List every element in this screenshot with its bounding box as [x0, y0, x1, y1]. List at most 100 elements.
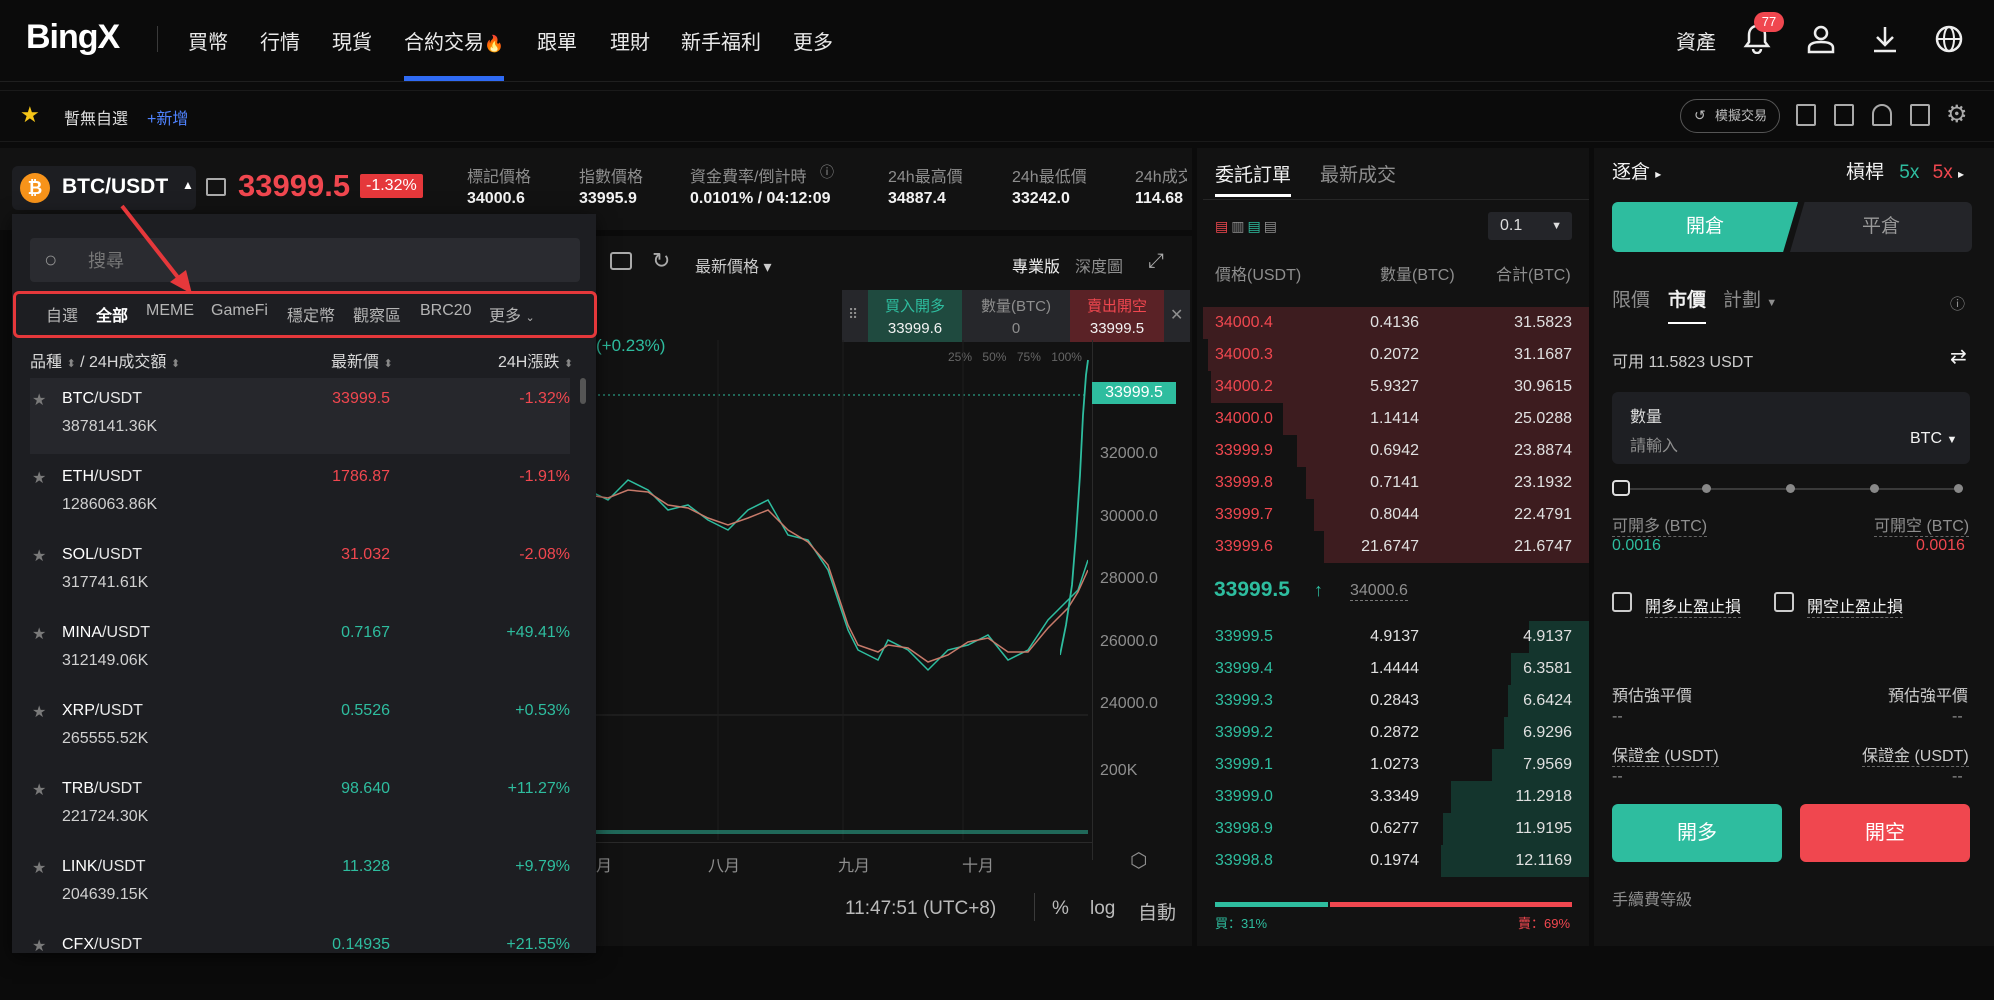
bid-row[interactable]: 33999.1 1.0273 7.9569 — [1203, 749, 1589, 781]
orders-icon[interactable] — [1796, 104, 1816, 126]
market-row[interactable]: ★ TRB/USDT 221724.30K 98.640 +11.27% — [30, 768, 570, 844]
chart-settings-icon[interactable]: ⬡ — [1130, 848, 1147, 873]
bid-row[interactable]: 33999.4 1.4444 6.3581 — [1203, 653, 1589, 685]
slider-tick-75[interactable] — [1870, 484, 1879, 493]
auto-toggle[interactable]: 自動 — [1138, 898, 1176, 925]
open-short-button[interactable]: 開空 — [1800, 804, 1970, 862]
favorite-star-icon[interactable]: ★ — [32, 546, 46, 566]
bookmark-icon[interactable] — [1834, 104, 1854, 126]
tpsl-short-checkbox[interactable] — [1774, 592, 1794, 612]
add-favorite-link[interactable]: +新增 — [147, 105, 188, 129]
market-row[interactable]: ★ CFX/USDT 0.14935 +21.55% — [30, 924, 570, 1000]
user-icon[interactable] — [1806, 24, 1836, 59]
pro-view-tab[interactable]: 專業版 — [1012, 253, 1060, 277]
fullscreen-icon[interactable]: ⤢ — [1148, 250, 1164, 273]
dropdown-scrollbar[interactable] — [580, 378, 586, 404]
qty-slider-handle[interactable] — [1612, 480, 1630, 496]
camera-icon[interactable] — [610, 252, 632, 270]
market-row[interactable]: ★ MINA/USDT 312149.06K 0.7167 +49.41% — [30, 612, 570, 688]
market-row[interactable]: ★ SOL/USDT 317741.61K 31.032 -2.08% — [30, 534, 570, 610]
tab-latest-trades[interactable]: 最新成交 — [1320, 160, 1396, 187]
favorite-star-icon[interactable]: ★ — [32, 858, 46, 878]
log-toggle[interactable]: log — [1090, 898, 1115, 920]
slider-tick-100[interactable] — [1954, 484, 1963, 493]
market-row[interactable]: ★ ETH/USDT 1286063.86K 1786.87 -1.91% — [30, 456, 570, 532]
filter-meme[interactable]: MEME — [146, 302, 194, 320]
percent-toggle[interactable]: % — [1052, 898, 1069, 920]
favorite-star-icon[interactable]: ★ — [32, 390, 46, 410]
slider-tick-25[interactable] — [1702, 484, 1711, 493]
favorite-star-icon[interactable]: ★ — [32, 624, 46, 644]
transfer-icon[interactable]: ⇄ — [1950, 344, 1967, 369]
bid-row[interactable]: 33999.5 4.9137 4.9137 — [1203, 621, 1589, 653]
close-position-tab[interactable]: 平倉 — [1790, 202, 1972, 252]
nav-newbie[interactable]: 新手福利 — [681, 26, 761, 55]
bingx-logo[interactable]: BingX — [26, 18, 120, 57]
bid-row[interactable]: 33998.8 0.1974 12.1169 — [1203, 845, 1589, 877]
ask-row[interactable]: 33999.7 0.8044 22.4791 — [1203, 499, 1589, 531]
leverage-select[interactable]: 槓桿 5x 5x ▸ — [1846, 157, 1964, 184]
nav-earn[interactable]: 理財 — [610, 26, 650, 55]
refresh-icon[interactable]: ↻ — [652, 248, 670, 274]
nav-more[interactable]: 更多 — [793, 26, 833, 55]
depth-chart-tab[interactable]: 深度圖 — [1075, 253, 1123, 277]
price-type-select[interactable]: 最新價格 ▾ — [695, 253, 772, 277]
quick-sell-short-button[interactable]: 賣出開空 33999.5 — [1070, 290, 1164, 342]
filter-all[interactable]: 全部 — [96, 302, 128, 326]
nav-markets[interactable]: 行情 — [260, 26, 300, 55]
favorite-star-icon[interactable]: ★ — [32, 780, 46, 800]
drag-handle-icon[interactable]: ⠿ — [848, 306, 858, 323]
filter-watch-zone[interactable]: 觀察區 — [353, 302, 401, 326]
nav-assets[interactable]: 資產 — [1676, 26, 1716, 55]
market-row[interactable]: ★ BTC/USDT 3878141.36K 33999.5 -1.32% — [30, 378, 570, 454]
order-type-market[interactable]: 市價 — [1668, 285, 1706, 312]
calculator-icon[interactable] — [1910, 104, 1930, 126]
market-row[interactable]: ★ XRP/USDT 265555.52K 0.5526 +0.53% — [30, 690, 570, 766]
download-icon[interactable] — [1870, 24, 1900, 59]
ask-row[interactable]: 33999.6 21.6747 21.6747 — [1203, 531, 1589, 563]
nav-futures[interactable]: 合約交易🔥 — [404, 26, 504, 55]
filter-favorites[interactable]: 自選 — [46, 302, 78, 326]
tpsl-long-checkbox[interactable] — [1612, 592, 1632, 612]
sort-by-name[interactable]: 品種 ⬍ / 24H成交額 ⬍ — [30, 348, 180, 372]
filter-brc20[interactable]: BRC20 — [420, 302, 472, 320]
order-type-plan[interactable]: 計劃 ▼ — [1723, 285, 1777, 312]
sort-by-price[interactable]: 最新價 ⬍ — [331, 348, 393, 372]
ask-row[interactable]: 33999.9 0.6942 23.8874 — [1203, 435, 1589, 467]
ask-row[interactable]: 34000.2 5.9327 30.9615 — [1203, 371, 1589, 403]
close-icon[interactable]: ✕ — [1170, 305, 1183, 325]
book-layout-icons[interactable]: ▤▥▤▤ — [1215, 218, 1280, 235]
bid-row[interactable]: 33998.9 0.6277 11.9195 — [1203, 813, 1589, 845]
favorite-star-icon[interactable]: ★ — [32, 468, 46, 488]
ask-row[interactable]: 34000.0 1.1414 25.0288 — [1203, 403, 1589, 435]
alert-icon[interactable] — [1872, 104, 1892, 126]
quantity-unit-select[interactable]: BTC ▼ — [1910, 430, 1957, 448]
open-long-button[interactable]: 開多 — [1612, 804, 1782, 862]
nav-spot[interactable]: 現貨 — [332, 26, 372, 55]
ask-row[interactable]: 34000.4 0.4136 31.5823 — [1203, 307, 1589, 339]
slider-tick-50[interactable] — [1786, 484, 1795, 493]
globe-icon[interactable] — [1934, 24, 1964, 59]
nav-buy-crypto[interactable]: 買幣 — [188, 26, 228, 55]
bid-row[interactable]: 33999.2 0.2872 6.9296 — [1203, 717, 1589, 749]
quick-qty-input[interactable]: 數量(BTC) 0 — [964, 290, 1068, 342]
settings-gear-icon[interactable]: ⚙ — [1946, 100, 1968, 129]
sort-by-change[interactable]: 24H漲跌 ⬍ — [498, 348, 573, 372]
price-step-select[interactable]: 0.1 ▼ — [1488, 212, 1572, 240]
filter-more[interactable]: 更多 ⌄ — [489, 302, 535, 326]
order-type-limit[interactable]: 限價 — [1612, 285, 1650, 312]
info-icon[interactable]: ⓘ — [820, 162, 834, 182]
favorite-star-icon[interactable]: ★ — [32, 702, 46, 722]
margin-mode-select[interactable]: 逐倉 ▸ — [1612, 157, 1661, 184]
filter-stablecoin[interactable]: 穩定幣 — [287, 302, 335, 326]
filter-gamefi[interactable]: GameFi — [211, 302, 268, 320]
open-position-tab[interactable]: 開倉 — [1612, 202, 1798, 252]
ask-row[interactable]: 33999.8 0.7141 23.1932 — [1203, 467, 1589, 499]
market-row[interactable]: ★ LINK/USDT 204639.15K 11.328 +9.79% — [30, 846, 570, 922]
info-icon[interactable]: ⓘ — [1950, 293, 1965, 314]
quick-buy-long-button[interactable]: 買入開多 33999.6 — [868, 290, 962, 342]
book-icon[interactable] — [206, 178, 226, 196]
bid-row[interactable]: 33999.0 3.3349 11.2918 — [1203, 781, 1589, 813]
tab-order-book[interactable]: 委託訂單 — [1215, 160, 1291, 187]
favorite-star-icon[interactable]: ★ — [32, 936, 46, 956]
